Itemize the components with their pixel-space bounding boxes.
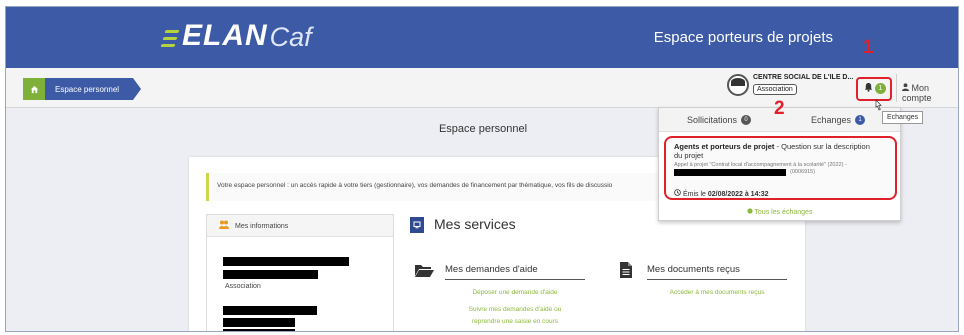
logo-speed-lines	[160, 30, 180, 47]
tab-echanges[interactable]: Echanges 1	[811, 115, 866, 125]
tiers-type-badge: Association	[753, 84, 797, 95]
tab-echanges-label: Echanges	[811, 115, 852, 125]
services-title: Mes services	[434, 216, 516, 232]
track-aid-requests-link[interactable]: Suivre mes demandes d'aide ou reprendre …	[445, 304, 585, 328]
step-marker-2: 2	[774, 98, 785, 119]
tiers-avatar	[727, 74, 749, 96]
submit-aid-request-link[interactable]: Déposer une demande d'aide	[445, 287, 585, 299]
tab-sollicitations-count: 0	[741, 115, 752, 125]
all-exchanges-label: Tous les échanges	[754, 209, 813, 216]
mouse-cursor-icon	[875, 99, 882, 111]
document-icon	[620, 262, 632, 278]
elan-caf-logo[interactable]: ELAN Caf	[160, 13, 312, 55]
notifications-tooltip: Echanges	[882, 111, 924, 124]
exchange-subject-line2: du projet	[674, 151, 704, 160]
logo-sub-text: Caf	[269, 22, 312, 52]
tiers-name: CENTRE SOCIAL DE L'ILE D...	[753, 74, 854, 81]
received-documents-title: Mes documents reçus	[647, 264, 787, 280]
notifications-button[interactable]: 1	[856, 77, 892, 101]
tab-sollicitations[interactable]: Sollicitations 0	[687, 115, 752, 125]
user-icon	[902, 83, 912, 93]
account-link[interactable]: Mon compte	[902, 83, 958, 103]
exchange-context: Appel à projet "Contrat local d'accompag…	[674, 162, 895, 176]
redacted-project-name	[674, 169, 786, 176]
bell-icon	[864, 82, 873, 92]
exchange-date: 02/08/2022 à 14:32	[707, 191, 769, 198]
exchange-context-text: Appel à projet "Contrat local d'accompag…	[674, 162, 847, 168]
information-type: Association	[225, 283, 261, 290]
step-marker-1: 1	[863, 37, 874, 58]
redacted-address-3	[223, 329, 295, 331]
my-aid-requests-title: Mes demandes d'aide	[445, 264, 585, 280]
received-documents-link[interactable]: Accéder à mes documents reçus	[647, 287, 787, 299]
exchange-title: Agents et porteurs de projet - Question …	[674, 142, 895, 160]
services-icon	[410, 217, 424, 233]
users-icon	[219, 220, 229, 232]
top-header: ELAN Caf Espace porteurs de projets	[6, 7, 958, 68]
redacted-name	[223, 257, 349, 266]
redacted-detail	[223, 270, 318, 279]
my-information-title: Mes informations	[235, 223, 289, 230]
clock-icon	[674, 189, 683, 198]
notification-count-badge: 1	[875, 83, 886, 94]
exchange-reference: (0006915)	[790, 169, 816, 175]
exchange-date-prefix: Émis le	[682, 191, 706, 198]
exchange-subject-line1: Question sur la description	[781, 142, 870, 151]
app-window: ELAN Caf Espace porteurs de projets Espa…	[5, 6, 959, 332]
all-exchanges-link[interactable]: Tous les échanges	[659, 208, 900, 216]
track-aid-requests-line2: reprendre une saisie en cours	[472, 318, 558, 325]
tiers-selector[interactable]: CENTRE SOCIAL DE L'ILE D... Association	[727, 74, 853, 96]
my-information-header: Mes informations	[207, 215, 393, 237]
home-icon[interactable]	[23, 78, 45, 100]
track-aid-requests-line1: Suivre mes demandes d'aide ou	[468, 306, 562, 313]
tab-echanges-count: 1	[855, 115, 866, 125]
header-title: Espace porteurs de projets	[653, 29, 833, 46]
exchange-date-line: Émis le 02/08/2022 à 14:32	[674, 189, 895, 198]
breadcrumb-current[interactable]: Espace personnel	[45, 78, 142, 100]
breadcrumb: Espace personnel	[23, 78, 142, 100]
nav-bar: Espace personnel CENTRE SOCIAL DE L'ILE …	[6, 68, 958, 108]
redacted-address	[223, 306, 317, 315]
exchange-item[interactable]: Agents et porteurs de projet - Question …	[664, 136, 897, 200]
navbar-separator	[896, 74, 897, 102]
logo-main-text: ELAN	[182, 19, 268, 52]
redacted-address-2	[223, 318, 295, 327]
tab-sollicitations-label: Sollicitations	[687, 115, 738, 125]
exchange-sender: Agents et porteurs de projet	[674, 142, 775, 151]
folder-icon	[415, 265, 434, 277]
my-information-panel: Mes informations Association	[206, 214, 394, 331]
notifications-dropdown: Sollicitations 0 Echanges 1 Agents et po…	[658, 107, 901, 221]
